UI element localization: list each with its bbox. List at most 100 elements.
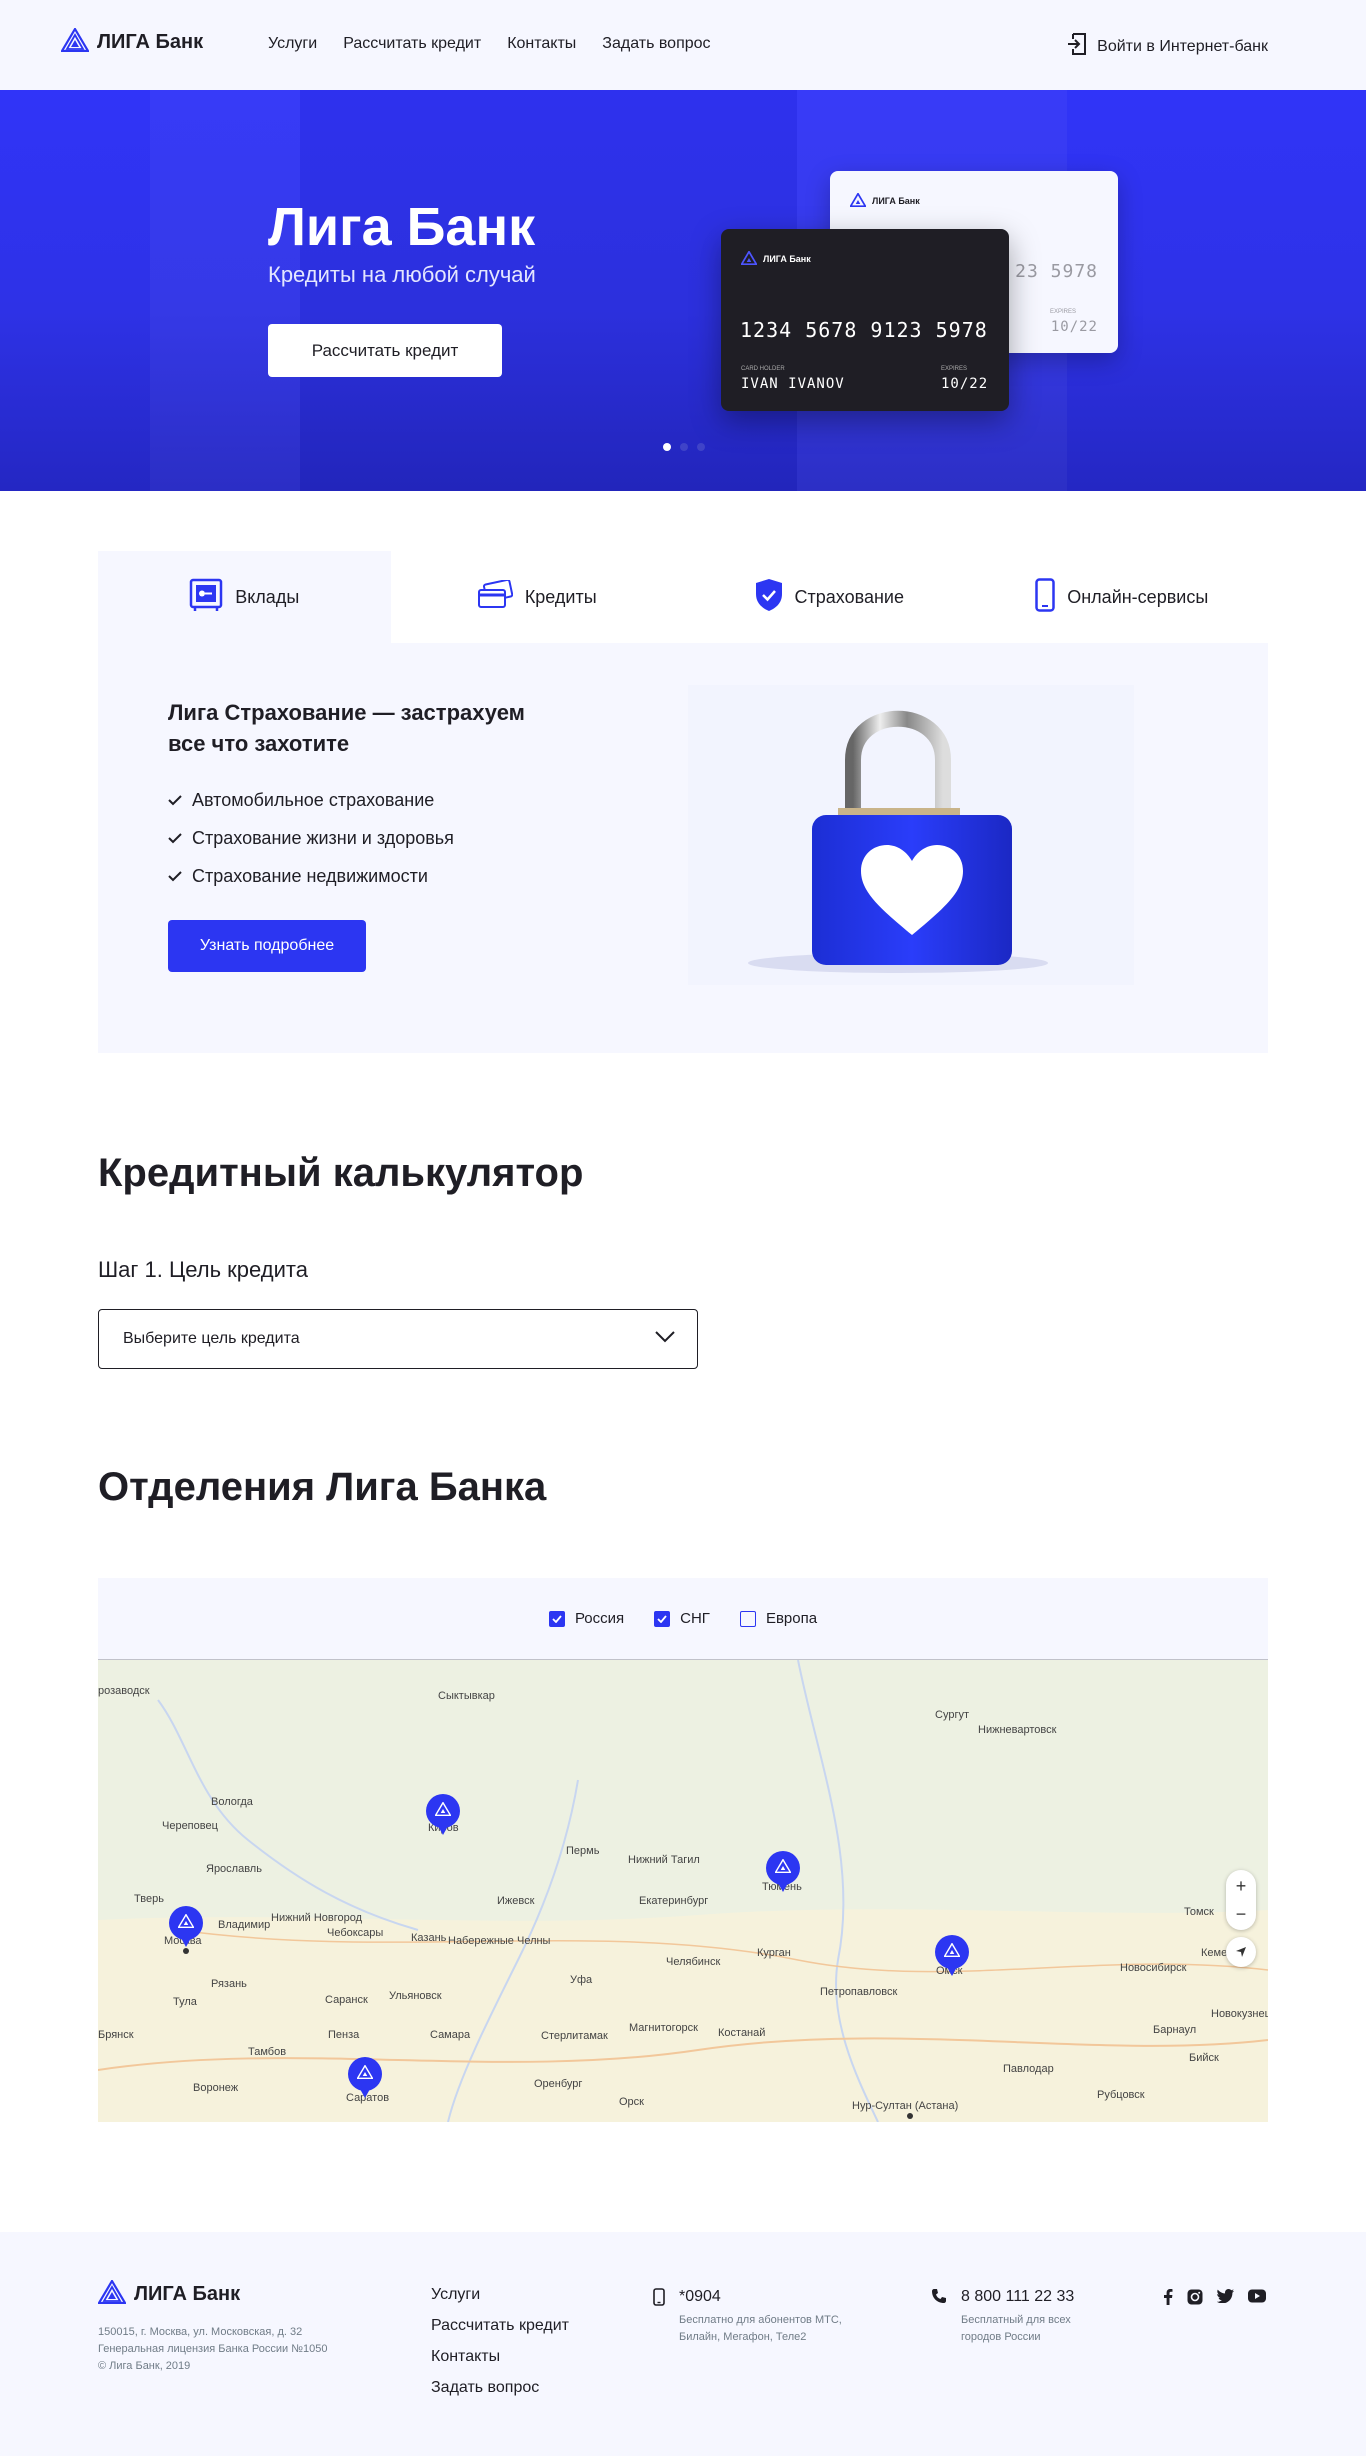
phone-number[interactable]: 8 800 111 22 33 bbox=[961, 2288, 1101, 2306]
facebook-icon[interactable] bbox=[1163, 2289, 1173, 2310]
checkbox-checked-icon bbox=[654, 1610, 671, 1627]
map-label: Казань bbox=[411, 1932, 447, 1944]
zoom-in-button[interactable]: + bbox=[1236, 1872, 1247, 1900]
map-pin-moscow[interactable] bbox=[169, 1906, 203, 1947]
hero-band bbox=[150, 90, 300, 491]
nav-link-contacts[interactable]: Контакты bbox=[507, 35, 576, 53]
slider-dot[interactable] bbox=[663, 443, 671, 451]
check-icon bbox=[168, 866, 182, 887]
hero-slider: Лига Банк Кредиты на любой случай Рассчи… bbox=[0, 90, 1366, 491]
map-label: Воронеж bbox=[193, 2082, 239, 2094]
learn-more-button[interactable]: Узнать подробнее bbox=[168, 920, 366, 972]
tab-label: Кредиты bbox=[524, 586, 597, 607]
zoom-out-button[interactable]: − bbox=[1236, 1900, 1247, 1928]
tab-deposits[interactable]: Вклады bbox=[98, 551, 391, 643]
map-label: Новокузнецк bbox=[1211, 2008, 1268, 2020]
footer-logo[interactable]: ЛИГА Банк bbox=[97, 2278, 240, 2309]
instagram-icon[interactable] bbox=[1187, 2289, 1203, 2310]
card-logo: ЛИГА Банк bbox=[740, 250, 811, 267]
feature-label: Страхование недвижимости bbox=[192, 865, 428, 886]
list-item: Автомобильное страхование bbox=[168, 781, 454, 819]
twitter-icon[interactable] bbox=[1216, 2289, 1234, 2310]
map-pin-saratov[interactable] bbox=[348, 2057, 382, 2098]
map-label: Магнитогорск bbox=[629, 2022, 698, 2034]
map-label: Нижневартовск bbox=[978, 1724, 1057, 1736]
map-label: Барнаул bbox=[1153, 2024, 1197, 2036]
footer-link-ask[interactable]: Задать вопрос bbox=[431, 2379, 569, 2410]
map-label: Оренбург bbox=[534, 2078, 583, 2090]
logo-icon bbox=[774, 1857, 792, 1878]
tab-insurance[interactable]: Страхование bbox=[683, 551, 976, 643]
footer-link-calculate[interactable]: Рассчитать кредит bbox=[431, 2317, 569, 2348]
tab-label: Вклады bbox=[235, 586, 300, 607]
map-label: Самара bbox=[430, 2029, 471, 2041]
map-label: Рязань bbox=[211, 1978, 247, 1990]
checkbox-unchecked-icon bbox=[739, 1610, 756, 1627]
map-label: Новосибирск bbox=[1120, 1962, 1187, 1974]
site-header: ЛИГА Банк Услуги Рассчитать кредит Конта… bbox=[0, 0, 1366, 90]
map-pin-omsk[interactable] bbox=[935, 1935, 969, 1976]
step-label: Шаг 1. Цель кредита bbox=[98, 1257, 308, 1282]
branches-map[interactable]: розаводск Сыктывкар Сургут Нижневартовск… bbox=[98, 1660, 1268, 2122]
footer-link-services[interactable]: Услуги bbox=[431, 2286, 569, 2317]
logo[interactable]: ЛИГА Банк bbox=[60, 26, 203, 57]
map-label: Сургут bbox=[935, 1709, 969, 1721]
hero-title: Лига Банк bbox=[268, 197, 536, 257]
login-label: Войти в Интернет-банк bbox=[1097, 37, 1268, 55]
tab-online[interactable]: Онлайн-сервисы bbox=[975, 551, 1268, 643]
footer-mobile-contact: *0904 Бесплатно для абонентов МТС, Билай… bbox=[653, 2288, 849, 2346]
logo-icon bbox=[434, 1800, 452, 1821]
filter-label: Европа bbox=[765, 1610, 818, 1627]
services-tabs: Вклады Кредиты Страхование Онлайн-сервис… bbox=[98, 551, 1268, 643]
logo-icon bbox=[943, 1941, 961, 1962]
map-label: Ярославль bbox=[206, 1863, 262, 1875]
map-label: Ижевск bbox=[497, 1895, 535, 1907]
youtube-icon[interactable] bbox=[1248, 2289, 1266, 2310]
nav-link-services[interactable]: Услуги bbox=[268, 35, 317, 53]
filter-cis[interactable]: СНГ bbox=[654, 1610, 710, 1627]
map-zoom-controls: + − bbox=[1226, 1870, 1256, 1930]
map-label: Брянск bbox=[98, 2029, 134, 2041]
credit-purpose-select[interactable]: Выберите цель кредита bbox=[98, 1309, 698, 1369]
nav-link-ask[interactable]: Задать вопрос bbox=[602, 35, 710, 53]
filter-russia[interactable]: Россия bbox=[548, 1610, 624, 1627]
map-label: Нижний Тагил bbox=[628, 1854, 700, 1866]
feature-label: Автомобильное страхование bbox=[192, 789, 435, 810]
bank-card-front: ЛИГА Банк 1234 5678 9123 5978 CARD HOLDE… bbox=[721, 229, 1009, 411]
check-icon bbox=[168, 828, 182, 849]
hero-calc-button[interactable]: Рассчитать кредит bbox=[268, 324, 502, 377]
phone-icon bbox=[931, 2288, 947, 2346]
map-label: Пенза bbox=[328, 2029, 360, 2041]
footer-license: Генеральная лицензия Банка России №1050 bbox=[98, 2343, 328, 2355]
calculator-title: Кредитный калькулятор bbox=[98, 1151, 584, 1195]
logo-icon bbox=[356, 2063, 374, 2084]
map-label: Саранск bbox=[325, 1994, 368, 2006]
login-icon bbox=[1067, 33, 1087, 60]
filter-europe[interactable]: Европа bbox=[739, 1610, 818, 1627]
mobile-number[interactable]: *0904 bbox=[679, 2288, 849, 2306]
location-arrow-icon bbox=[1235, 1942, 1247, 1963]
card-expires-label: EXPIRES bbox=[1049, 309, 1076, 315]
geolocation-button[interactable] bbox=[1226, 1937, 1256, 1967]
logo-icon bbox=[60, 26, 90, 57]
tab-credits[interactable]: Кредиты bbox=[390, 551, 683, 643]
nav-link-calculate[interactable]: Рассчитать кредит bbox=[343, 35, 481, 53]
slider-dot[interactable] bbox=[680, 443, 688, 451]
map-label: Бийск bbox=[1189, 2052, 1219, 2064]
site-footer: ЛИГА Банк 150015, г. Москва, ул. Московс… bbox=[0, 2232, 1366, 2456]
map-pin-kirov[interactable] bbox=[426, 1794, 460, 1835]
login-link[interactable]: Войти в Интернет-банк bbox=[1067, 33, 1268, 60]
map-label: Вологда bbox=[211, 1796, 253, 1808]
map-label: Орск bbox=[619, 2096, 644, 2108]
footer-link-contacts[interactable]: Контакты bbox=[431, 2348, 569, 2379]
slider-dot[interactable] bbox=[697, 443, 705, 451]
map-label: Курган bbox=[757, 1947, 791, 1959]
card-number: 1234 5678 9123 5978 bbox=[740, 318, 988, 342]
logo-icon bbox=[849, 192, 867, 209]
footer-legal: 150015, г. Москва, ул. Московская, д. 32… bbox=[98, 2324, 368, 2375]
map-label: Тверь bbox=[134, 1893, 164, 1905]
logo-icon bbox=[97, 2278, 127, 2309]
safe-icon bbox=[189, 578, 223, 617]
map-pin-tyumen[interactable] bbox=[766, 1851, 800, 1892]
map-label: Череповец bbox=[162, 1820, 218, 1832]
